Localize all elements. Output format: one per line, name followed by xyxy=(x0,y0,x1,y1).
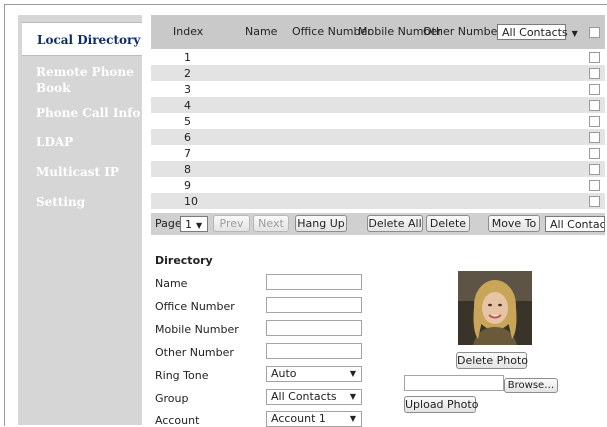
row-checkbox[interactable] xyxy=(589,84,600,95)
move-target-value: All Contact xyxy=(550,218,605,231)
page-label: Page xyxy=(155,217,182,230)
name-field[interactable] xyxy=(266,274,362,290)
browse-button[interactable]: Browse… xyxy=(504,378,558,393)
select-all-checkbox[interactable] xyxy=(589,27,600,38)
group-filter-select[interactable]: All Contacts ▼ xyxy=(497,24,578,40)
sidebar-item-multicast-ip[interactable]: Multicast IP xyxy=(18,164,142,180)
column-header-name: Name xyxy=(245,25,278,38)
row-index: 8 xyxy=(184,163,191,176)
row-checkbox[interactable] xyxy=(589,164,600,175)
table-row[interactable]: 1 xyxy=(151,49,605,65)
ring-tone-select[interactable]: Auto ▼ xyxy=(266,366,362,382)
upload-photo-button[interactable]: Upload Photo xyxy=(404,396,478,413)
table-row[interactable]: 8 xyxy=(151,161,605,177)
delete-photo-button[interactable]: Delete Photo xyxy=(456,352,528,369)
row-index: 3 xyxy=(184,83,191,96)
row-index: 2 xyxy=(184,67,191,80)
row-index: 5 xyxy=(184,115,191,128)
hang-up-button[interactable]: Hang Up xyxy=(295,215,347,232)
table-row[interactable]: 2 xyxy=(151,65,605,81)
move-to-button[interactable]: Move To xyxy=(488,215,540,232)
account-label: Account xyxy=(155,414,200,427)
mobile-number-label: Mobile Number xyxy=(155,323,239,336)
column-header-index: Index xyxy=(173,25,204,38)
office-number-label: Office Number xyxy=(155,300,235,313)
row-checkbox[interactable] xyxy=(589,196,600,207)
table-header: Index Name Office Number Mobile Number O… xyxy=(151,15,605,49)
page-select[interactable]: 1 ▼ xyxy=(180,216,208,232)
chevron-down-icon: ▼ xyxy=(196,221,203,230)
row-index: 4 xyxy=(184,99,191,112)
row-index: 6 xyxy=(184,131,191,144)
row-checkbox[interactable] xyxy=(589,52,600,63)
sidebar-item-setting[interactable]: Setting xyxy=(18,194,142,210)
sidebar-item-ldap[interactable]: LDAP xyxy=(18,134,142,150)
ring-tone-value: Auto xyxy=(271,367,297,380)
account-value: Account 1 xyxy=(271,412,326,425)
table-row[interactable]: 9 xyxy=(151,177,605,193)
table-row[interactable]: 6 xyxy=(151,129,605,145)
table-row[interactable]: 4 xyxy=(151,97,605,113)
sidebar-item-remote-phone-book[interactable]: Remote Phone Book xyxy=(18,64,142,96)
group-label: Group xyxy=(155,392,189,405)
contact-photo xyxy=(458,271,532,345)
row-index: 9 xyxy=(184,179,191,192)
row-checkbox[interactable] xyxy=(589,148,600,159)
chevron-down-icon: ▼ xyxy=(349,369,356,378)
sidebar-item-phone-call-info[interactable]: Phone Call Info xyxy=(18,105,142,121)
name-label: Name xyxy=(155,277,188,290)
sidebar-item-local-directory[interactable]: Local Directory xyxy=(22,22,142,56)
photo-file-path-field[interactable] xyxy=(404,375,504,391)
mobile-number-field[interactable] xyxy=(266,320,362,336)
move-target-select[interactable]: All Contact▼ xyxy=(545,216,605,232)
row-checkbox[interactable] xyxy=(589,68,600,79)
chevron-down-icon: ▼ xyxy=(349,414,356,423)
row-checkbox[interactable] xyxy=(589,100,600,111)
group-filter-value: All Contacts xyxy=(502,26,568,39)
group-value: All Contacts xyxy=(271,390,337,403)
sidebar: Local Directory Remote Phone Book Phone … xyxy=(18,15,142,425)
other-number-field[interactable] xyxy=(266,343,362,359)
page-select-value: 1 xyxy=(185,218,192,231)
table-row[interactable]: 3 xyxy=(151,81,605,97)
table-row[interactable]: 10 xyxy=(151,193,605,209)
row-index: 7 xyxy=(184,147,191,160)
table-row[interactable]: 7 xyxy=(151,145,605,161)
contact-photo-image xyxy=(458,271,532,345)
action-bar: Page 1 ▼ Prev Next Hang Up Delete All Del… xyxy=(151,213,605,235)
group-select[interactable]: All Contacts ▼ xyxy=(266,389,362,405)
delete-button[interactable]: Delete xyxy=(426,215,470,232)
row-checkbox[interactable] xyxy=(589,116,600,127)
office-number-field[interactable] xyxy=(266,297,362,313)
row-checkbox[interactable] xyxy=(589,132,600,143)
chevron-down-icon: ▼ xyxy=(571,29,578,38)
other-number-label: Other Number xyxy=(155,346,234,359)
row-index: 1 xyxy=(184,51,191,64)
form-title: Directory xyxy=(155,254,213,267)
column-header-other-number: Other Number xyxy=(423,25,502,38)
prev-button[interactable]: Prev xyxy=(213,215,250,232)
next-button[interactable]: Next xyxy=(253,215,289,232)
ring-tone-label: Ring Tone xyxy=(155,369,209,382)
row-index: 10 xyxy=(184,195,198,208)
delete-all-button[interactable]: Delete All xyxy=(367,215,423,232)
chevron-down-icon: ▼ xyxy=(349,392,356,401)
table-row[interactable]: 5 xyxy=(151,113,605,129)
row-checkbox[interactable] xyxy=(589,180,600,191)
